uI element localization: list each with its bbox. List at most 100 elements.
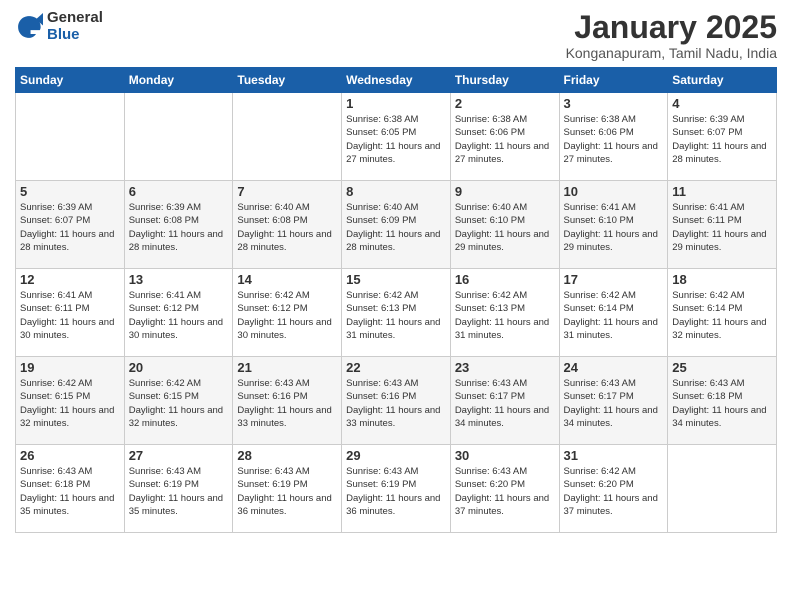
calendar-week-row: 5 Sunrise: 6:39 AM Sunset: 6:07 PM Daylig…	[16, 181, 777, 269]
calendar-day-cell: 29 Sunrise: 6:43 AM Sunset: 6:19 PM Dayli…	[342, 445, 451, 533]
day-number: 12	[20, 272, 120, 287]
day-number: 14	[237, 272, 337, 287]
day-info: Sunrise: 6:43 AM Sunset: 6:17 PM Dayligh…	[455, 377, 555, 430]
day-info: Sunrise: 6:41 AM Sunset: 6:12 PM Dayligh…	[129, 289, 229, 342]
location: Konganapuram, Tamil Nadu, India	[566, 45, 777, 61]
day-info: Sunrise: 6:42 AM Sunset: 6:14 PM Dayligh…	[564, 289, 664, 342]
day-number: 19	[20, 360, 120, 375]
day-number: 26	[20, 448, 120, 463]
day-info: Sunrise: 6:39 AM Sunset: 6:08 PM Dayligh…	[129, 201, 229, 254]
weekday-header-cell: Saturday	[668, 68, 777, 93]
weekday-header-cell: Thursday	[450, 68, 559, 93]
calendar-day-cell	[124, 93, 233, 181]
day-number: 20	[129, 360, 229, 375]
calendar-day-cell: 6 Sunrise: 6:39 AM Sunset: 6:08 PM Daylig…	[124, 181, 233, 269]
weekday-header-cell: Wednesday	[342, 68, 451, 93]
calendar-day-cell: 22 Sunrise: 6:43 AM Sunset: 6:16 PM Dayli…	[342, 357, 451, 445]
day-number: 31	[564, 448, 664, 463]
calendar-day-cell: 15 Sunrise: 6:42 AM Sunset: 6:13 PM Dayli…	[342, 269, 451, 357]
day-info: Sunrise: 6:40 AM Sunset: 6:08 PM Dayligh…	[237, 201, 337, 254]
day-info: Sunrise: 6:42 AM Sunset: 6:15 PM Dayligh…	[20, 377, 120, 430]
calendar-day-cell: 18 Sunrise: 6:42 AM Sunset: 6:14 PM Dayli…	[668, 269, 777, 357]
calendar-day-cell: 7 Sunrise: 6:40 AM Sunset: 6:08 PM Daylig…	[233, 181, 342, 269]
logo: General Blue	[15, 10, 103, 43]
day-number: 1	[346, 96, 446, 111]
day-number: 17	[564, 272, 664, 287]
day-info: Sunrise: 6:42 AM Sunset: 6:15 PM Dayligh…	[129, 377, 229, 430]
calendar-day-cell: 28 Sunrise: 6:43 AM Sunset: 6:19 PM Dayli…	[233, 445, 342, 533]
day-number: 21	[237, 360, 337, 375]
day-number: 11	[672, 184, 772, 199]
calendar-day-cell: 9 Sunrise: 6:40 AM Sunset: 6:10 PM Daylig…	[450, 181, 559, 269]
day-info: Sunrise: 6:42 AM Sunset: 6:12 PM Dayligh…	[237, 289, 337, 342]
weekday-header-cell: Tuesday	[233, 68, 342, 93]
calendar-day-cell: 20 Sunrise: 6:42 AM Sunset: 6:15 PM Dayli…	[124, 357, 233, 445]
day-info: Sunrise: 6:38 AM Sunset: 6:06 PM Dayligh…	[455, 113, 555, 166]
calendar-day-cell: 30Sunrise: 6:43 AM Sunset: 6:20 PM Dayli…	[450, 445, 559, 533]
calendar-body: 1 Sunrise: 6:38 AM Sunset: 6:05 PM Daylig…	[16, 93, 777, 533]
calendar-day-cell: 25Sunrise: 6:43 AM Sunset: 6:18 PM Dayli…	[668, 357, 777, 445]
calendar-day-cell: 3 Sunrise: 6:38 AM Sunset: 6:06 PM Daylig…	[559, 93, 668, 181]
calendar-day-cell: 21 Sunrise: 6:43 AM Sunset: 6:16 PM Dayli…	[233, 357, 342, 445]
day-number: 30	[455, 448, 555, 463]
calendar-day-cell: 11Sunrise: 6:41 AM Sunset: 6:11 PM Dayli…	[668, 181, 777, 269]
calendar-header-row: SundayMondayTuesdayWednesdayThursdayFrid…	[16, 68, 777, 93]
day-info: Sunrise: 6:42 AM Sunset: 6:14 PM Dayligh…	[672, 289, 772, 342]
day-info: Sunrise: 6:43 AM Sunset: 6:16 PM Dayligh…	[237, 377, 337, 430]
day-number: 18	[672, 272, 772, 287]
calendar-day-cell	[16, 93, 125, 181]
day-number: 16	[455, 272, 555, 287]
logo-text: General Blue	[47, 10, 103, 43]
day-number: 7	[237, 184, 337, 199]
page-container: General Blue January 2025 Konganapuram, …	[0, 0, 792, 538]
day-number: 10	[564, 184, 664, 199]
day-info: Sunrise: 6:40 AM Sunset: 6:09 PM Dayligh…	[346, 201, 446, 254]
day-number: 28	[237, 448, 337, 463]
calendar-day-cell: 2Sunrise: 6:38 AM Sunset: 6:06 PM Daylig…	[450, 93, 559, 181]
day-number: 29	[346, 448, 446, 463]
day-info: Sunrise: 6:43 AM Sunset: 6:16 PM Dayligh…	[346, 377, 446, 430]
calendar-table: SundayMondayTuesdayWednesdayThursdayFrid…	[15, 67, 777, 533]
weekday-header-cell: Sunday	[16, 68, 125, 93]
calendar-day-cell: 23Sunrise: 6:43 AM Sunset: 6:17 PM Dayli…	[450, 357, 559, 445]
day-info: Sunrise: 6:43 AM Sunset: 6:19 PM Dayligh…	[346, 465, 446, 518]
day-info: Sunrise: 6:38 AM Sunset: 6:05 PM Dayligh…	[346, 113, 446, 166]
calendar-day-cell: 24 Sunrise: 6:43 AM Sunset: 6:17 PM Dayli…	[559, 357, 668, 445]
day-number: 27	[129, 448, 229, 463]
calendar-day-cell: 8Sunrise: 6:40 AM Sunset: 6:09 PM Daylig…	[342, 181, 451, 269]
day-number: 6	[129, 184, 229, 199]
calendar-day-cell: 31Sunrise: 6:42 AM Sunset: 6:20 PM Dayli…	[559, 445, 668, 533]
day-info: Sunrise: 6:43 AM Sunset: 6:17 PM Dayligh…	[564, 377, 664, 430]
calendar-day-cell: 1 Sunrise: 6:38 AM Sunset: 6:05 PM Daylig…	[342, 93, 451, 181]
calendar-day-cell: 13 Sunrise: 6:41 AM Sunset: 6:12 PM Dayli…	[124, 269, 233, 357]
day-number: 15	[346, 272, 446, 287]
day-number: 22	[346, 360, 446, 375]
day-info: Sunrise: 6:41 AM Sunset: 6:10 PM Dayligh…	[564, 201, 664, 254]
calendar-week-row: 12Sunrise: 6:41 AM Sunset: 6:11 PM Dayli…	[16, 269, 777, 357]
day-info: Sunrise: 6:43 AM Sunset: 6:19 PM Dayligh…	[129, 465, 229, 518]
calendar-day-cell: 4 Sunrise: 6:39 AM Sunset: 6:07 PM Daylig…	[668, 93, 777, 181]
day-info: Sunrise: 6:43 AM Sunset: 6:19 PM Dayligh…	[237, 465, 337, 518]
day-number: 13	[129, 272, 229, 287]
day-number: 24	[564, 360, 664, 375]
day-info: Sunrise: 6:38 AM Sunset: 6:06 PM Dayligh…	[564, 113, 664, 166]
calendar-day-cell: 10 Sunrise: 6:41 AM Sunset: 6:10 PM Dayli…	[559, 181, 668, 269]
day-number: 5	[20, 184, 120, 199]
day-info: Sunrise: 6:40 AM Sunset: 6:10 PM Dayligh…	[455, 201, 555, 254]
day-info: Sunrise: 6:39 AM Sunset: 6:07 PM Dayligh…	[672, 113, 772, 166]
day-number: 9	[455, 184, 555, 199]
day-number: 4	[672, 96, 772, 111]
calendar-day-cell	[233, 93, 342, 181]
title-block: January 2025 Konganapuram, Tamil Nadu, I…	[566, 10, 777, 61]
calendar-day-cell: 16Sunrise: 6:42 AM Sunset: 6:13 PM Dayli…	[450, 269, 559, 357]
calendar-day-cell: 19 Sunrise: 6:42 AM Sunset: 6:15 PM Dayli…	[16, 357, 125, 445]
calendar-day-cell: 14 Sunrise: 6:42 AM Sunset: 6:12 PM Dayli…	[233, 269, 342, 357]
day-number: 25	[672, 360, 772, 375]
calendar-day-cell: 12Sunrise: 6:41 AM Sunset: 6:11 PM Dayli…	[16, 269, 125, 357]
month-title: January 2025	[566, 10, 777, 45]
calendar-day-cell: 17 Sunrise: 6:42 AM Sunset: 6:14 PM Dayli…	[559, 269, 668, 357]
day-info: Sunrise: 6:39 AM Sunset: 6:07 PM Dayligh…	[20, 201, 120, 254]
day-info: Sunrise: 6:42 AM Sunset: 6:13 PM Dayligh…	[346, 289, 446, 342]
calendar-day-cell	[668, 445, 777, 533]
day-number: 3	[564, 96, 664, 111]
